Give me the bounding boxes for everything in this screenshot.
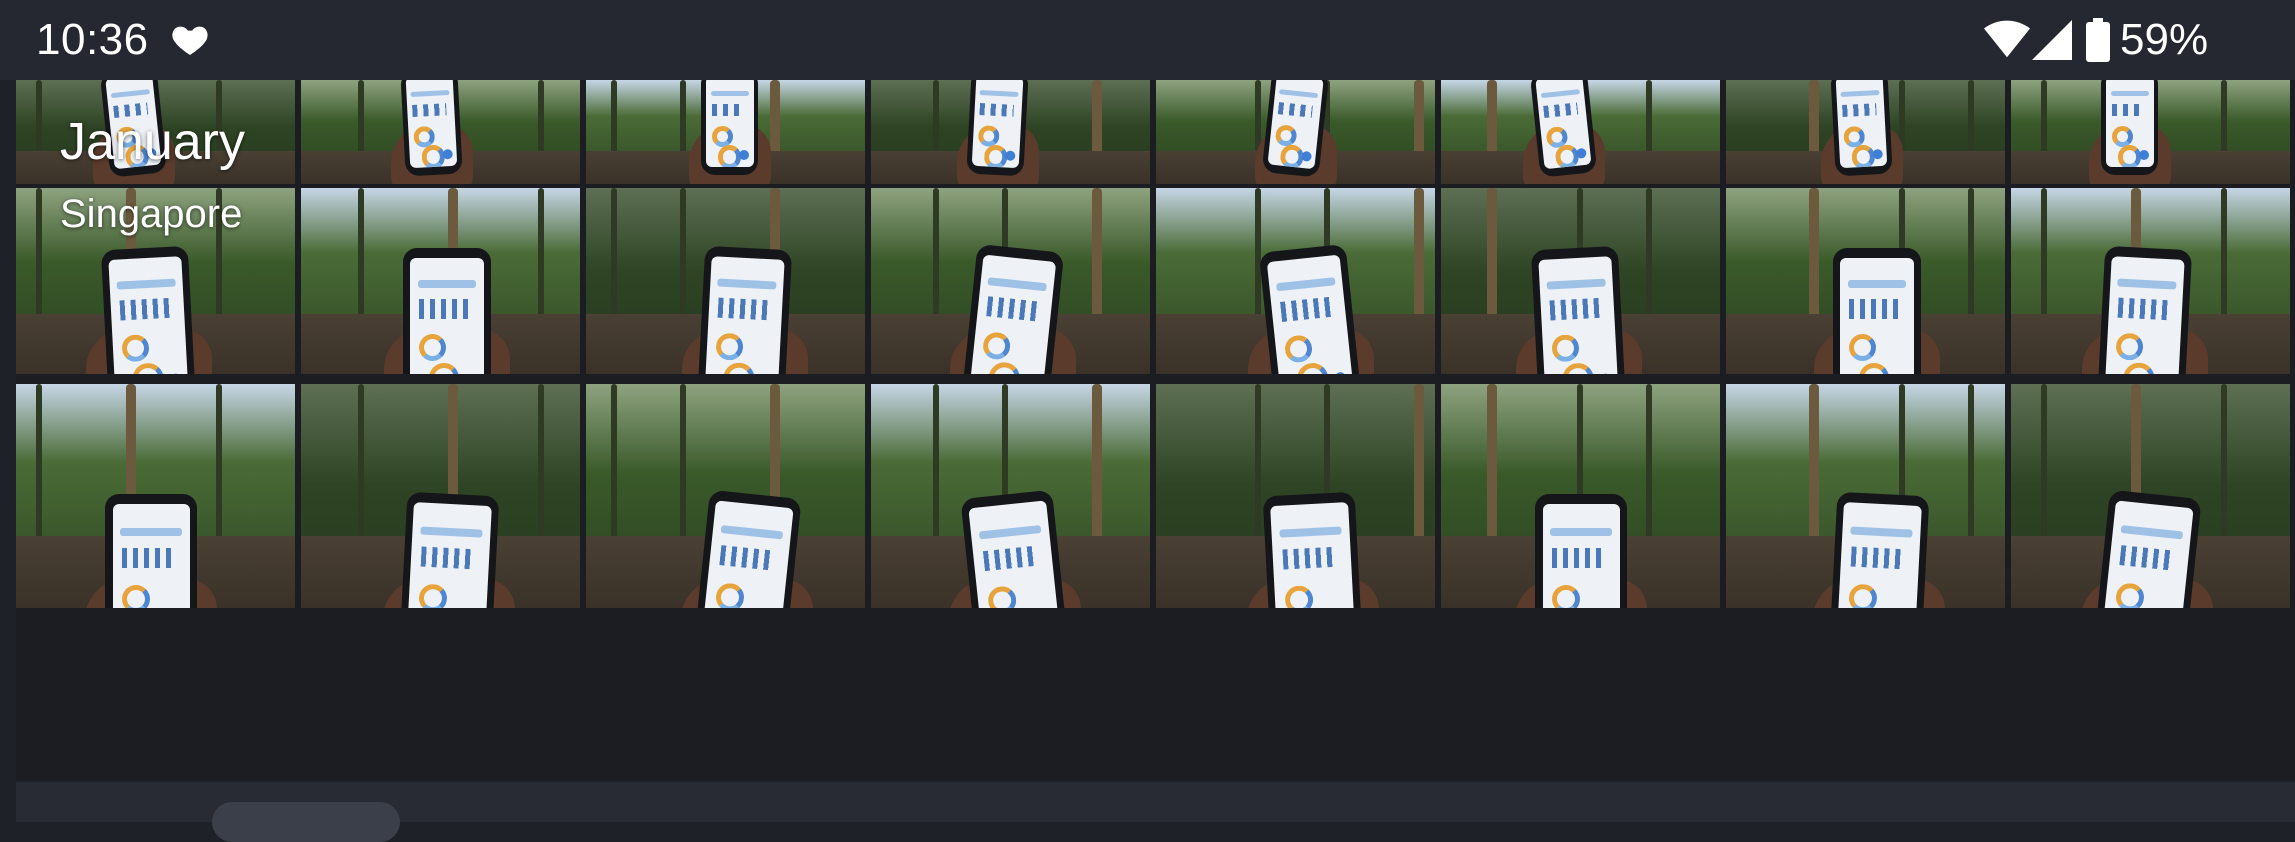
month-title: January [60,113,245,171]
photo-thumbnail[interactable] [2011,80,2290,184]
album-header: January Singapore [60,112,245,238]
heart-icon [172,26,208,55]
status-bar: 10:36 59% [0,0,2295,80]
photo-thumbnail[interactable] [2011,188,2290,374]
photo-thumbnail[interactable] [1156,80,1435,184]
location-label: Singapore [60,192,243,236]
photo-thumbnail[interactable] [1726,384,2005,608]
bottom-navigation [16,782,2295,842]
cell-signal-icon [2032,20,2072,60]
photo-thumbnail[interactable] [1156,188,1435,374]
photo-thumbnail[interactable] [2011,384,2290,608]
photo-grid [16,80,2295,780]
photo-thumbnail[interactable] [1441,384,1720,608]
photo-thumbnail[interactable] [1156,384,1435,608]
photo-thumbnail[interactable] [1726,188,2005,374]
photo-thumbnail[interactable] [586,80,865,184]
photo-thumbnail[interactable] [16,384,295,608]
nav-active-pill[interactable] [212,802,400,842]
photo-thumbnail[interactable] [1441,188,1720,374]
photo-thumbnail[interactable] [1726,80,2005,184]
photo-thumbnail[interactable] [586,188,865,374]
battery-percentage: 59% [2120,15,2209,64]
photo-thumbnail[interactable] [301,384,580,608]
status-time: 10:36 [36,15,149,64]
left-gutter [0,80,16,822]
wifi-icon [1984,20,2030,58]
battery-icon [2086,18,2110,62]
photo-thumbnail[interactable] [871,80,1150,184]
photo-thumbnail[interactable] [871,384,1150,608]
photo-thumbnail[interactable] [586,384,865,608]
photo-thumbnail[interactable] [871,188,1150,374]
photo-thumbnail[interactable] [301,80,580,184]
photo-thumbnail[interactable] [1441,80,1720,184]
photo-thumbnail[interactable] [301,188,580,374]
